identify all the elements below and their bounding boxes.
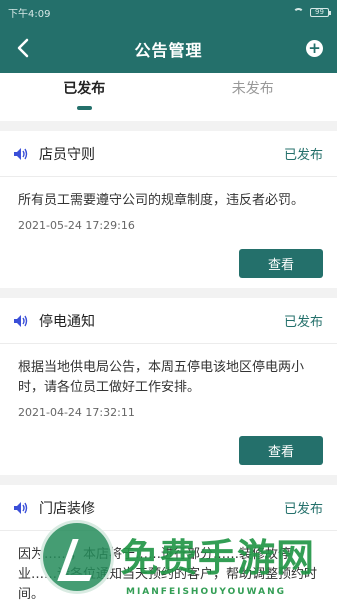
chevron-left-icon <box>17 38 29 58</box>
announcement-content: 因为……，本店将于……进行部分……装修故停业……请各位通知当天预约的客户，帮助调… <box>18 547 318 600</box>
speaker-icon <box>14 314 28 327</box>
announcement-time: 2021-05-24 17:29:16 <box>18 219 135 232</box>
back-button[interactable] <box>12 35 34 61</box>
status-badge: 已发布 <box>283 148 323 163</box>
page-title: 公告管理 <box>134 40 203 60</box>
card-body: 所有员工需要遵守公司的规章制度，违反者必罚。 2021-05-24 17:29:… <box>0 177 337 232</box>
announcement-card: 停电通知 已发布 根据当地供电局公告，本周五停电该地区停电两小时，请各位员工做好… <box>0 298 337 475</box>
card-footer: 查看 <box>0 419 337 475</box>
nav-bar: 公告管理 + <box>0 24 337 73</box>
view-button[interactable]: 查看 <box>239 249 323 278</box>
tab-indicator <box>76 106 92 110</box>
card-body: 根据当地供电局公告，本周五停电该地区停电两小时，请各位员工做好工作安排。 202… <box>0 344 337 419</box>
tab-label: 已发布 <box>63 81 106 97</box>
card-header: 店员守则 已发布 <box>0 131 337 177</box>
card-body: 因为……，本店将于……进行部分……装修故停业……请各位通知当天预约的客户，帮助调… <box>0 531 337 600</box>
tab-bar: 已发布 未发布 <box>0 73 337 121</box>
tab-published[interactable]: 已发布 <box>0 73 169 121</box>
status-icons: 99 <box>293 7 331 17</box>
announcement-title: 门店装修 <box>39 500 95 517</box>
announcement-card: 店员守则 已发布 所有员工需要遵守公司的规章制度，违反者必罚。 2021-05-… <box>0 131 337 288</box>
battery-icon: 99 <box>310 7 331 17</box>
status-badge: 已发布 <box>283 315 323 330</box>
plus-icon: + <box>308 39 321 57</box>
announcement-card: 门店装修 已发布 因为……，本店将于……进行部分……装修故停业……请各位通知当天… <box>0 485 337 600</box>
tab-indicator-empty <box>245 106 260 110</box>
battery-level: 99 <box>315 8 324 16</box>
view-button[interactable]: 查看 <box>239 436 323 465</box>
add-button[interactable]: + <box>306 40 323 57</box>
wifi-icon <box>293 8 304 16</box>
speaker-icon <box>14 501 28 514</box>
tab-unpublished[interactable]: 未发布 <box>169 73 337 121</box>
app-header: 下午4:09 99 公告管理 + <box>0 0 337 73</box>
speaker-icon <box>14 147 28 160</box>
announcement-title: 停电通知 <box>39 313 95 330</box>
card-header: 停电通知 已发布 <box>0 298 337 344</box>
card-header: 门店装修 已发布 <box>0 485 337 531</box>
announcement-time: 2021-04-24 17:32:11 <box>18 406 135 419</box>
announcement-content: 根据当地供电局公告，本周五停电该地区停电两小时，请各位员工做好工作安排。 <box>18 360 305 395</box>
card-footer: 查看 <box>0 232 337 288</box>
announcement-content: 所有员工需要遵守公司的规章制度，违反者必罚。 <box>18 193 305 208</box>
status-bar: 下午4:09 99 <box>0 0 337 24</box>
status-badge: 已发布 <box>283 502 323 517</box>
tab-label: 未发布 <box>231 81 274 97</box>
status-time: 下午4:09 <box>8 8 51 20</box>
announcement-title: 店员守则 <box>39 146 95 163</box>
